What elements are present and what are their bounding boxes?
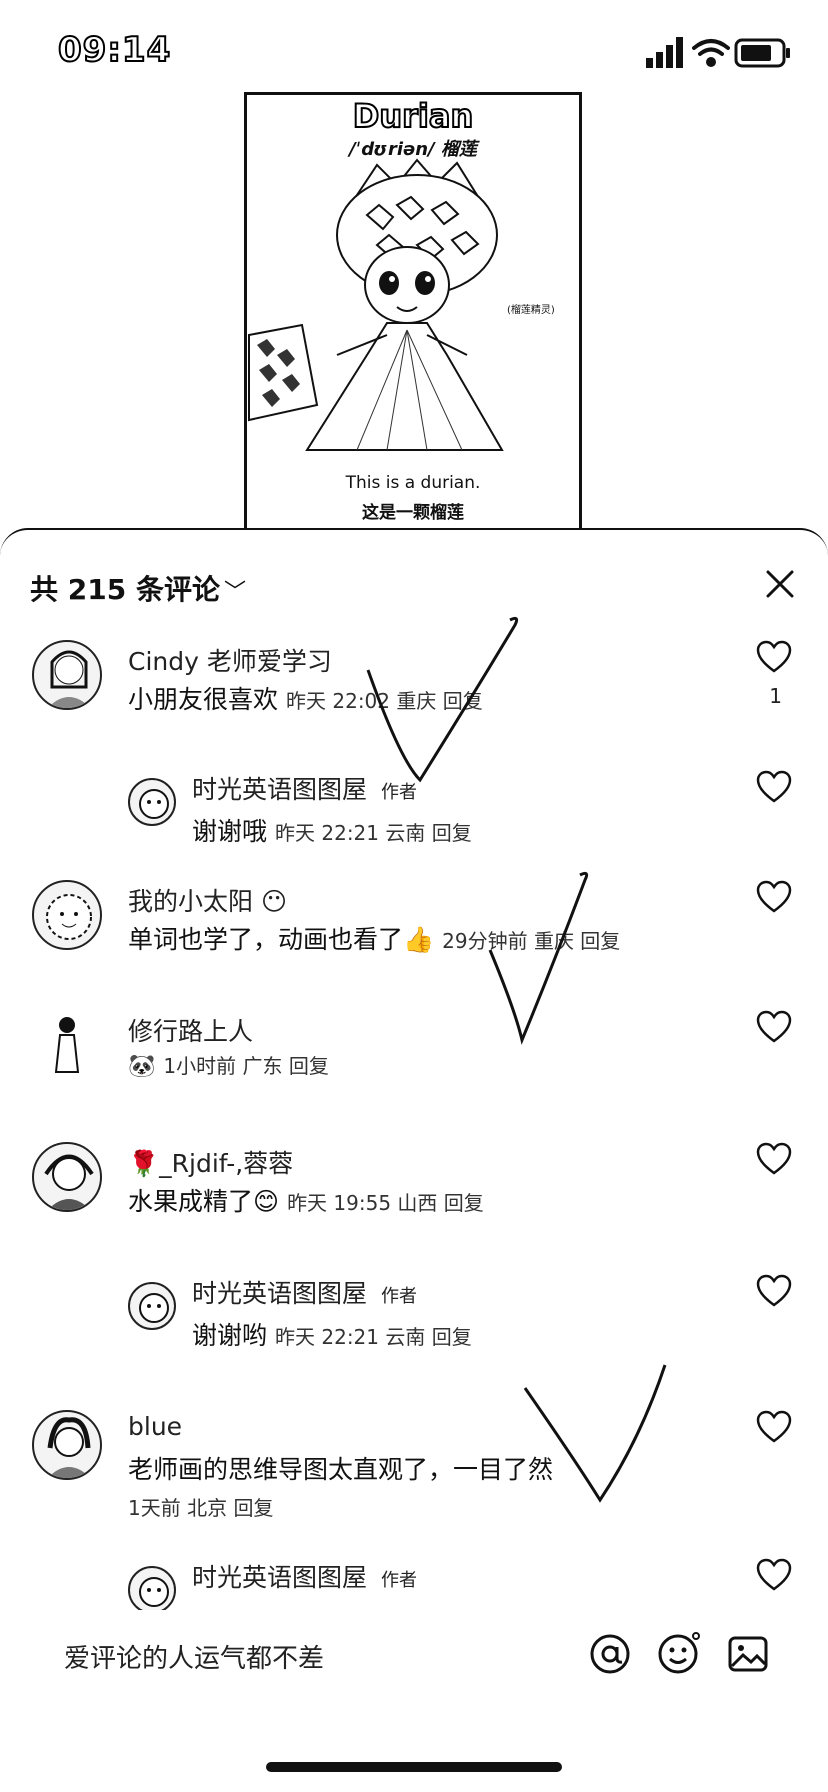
comment-meta: 29分钟前 重庆 回复 xyxy=(442,929,621,953)
status-bar: 09:14 xyxy=(0,0,828,100)
avatar[interactable] xyxy=(32,1142,102,1212)
author-tag: 作者 xyxy=(381,782,418,803)
comment-meta: 1小时前 广东 回复 xyxy=(163,1054,329,1078)
video-title: Durian xyxy=(352,96,474,136)
signal-icon xyxy=(646,37,683,68)
heart-icon[interactable] xyxy=(756,1410,792,1444)
avatar[interactable] xyxy=(32,640,102,710)
reply-text: 谢谢哟 昨天 22:21 云南 回复 xyxy=(192,1321,472,1350)
comment-count-header[interactable]: 共 215 条评论 ﹀ xyxy=(30,568,246,608)
heart-icon[interactable] xyxy=(756,880,792,914)
comment-meta: 昨天 22:21 云南 回复 xyxy=(275,1325,472,1349)
comment-username[interactable]: 🌹_Rjdif-,蓉蓉 xyxy=(128,1144,293,1180)
comment-meta: 昨天 22:21 云南 回复 xyxy=(275,821,472,845)
comment-username[interactable]: blue xyxy=(128,1412,182,1441)
status-time: 09:14 xyxy=(57,29,172,71)
comment-meta: 1天前 北京 回复 xyxy=(128,1496,274,1520)
comment-text: 老师画的思维导图太直观了，一目了然 xyxy=(128,1455,554,1484)
comment-meta: 昨天 19:55 山西 回复 xyxy=(287,1191,484,1215)
reply-item: 时光英语图图屋 作者 xyxy=(0,1558,828,1618)
wifi-icon xyxy=(692,39,730,67)
emoji-icon[interactable] xyxy=(656,1632,700,1676)
home-indicator[interactable] xyxy=(266,1762,562,1772)
comment-text: 🐼 1小时前 广东 回复 xyxy=(128,1054,329,1079)
video-preview[interactable]: Durian /ˈdʊriən/ 榴莲 (榴莲精灵) This is a dur… xyxy=(244,92,582,544)
avatar[interactable] xyxy=(128,1282,176,1330)
comment-input[interactable]: 爱评论的人运气都不差 xyxy=(64,1638,324,1675)
at-mention-icon[interactable] xyxy=(588,1632,632,1676)
comment-count-label: 共 215 条评论 xyxy=(30,573,220,606)
reply-username[interactable]: 时光英语图图屋 作者 xyxy=(192,1274,417,1310)
avatar[interactable] xyxy=(128,778,176,826)
durian-girl-illustration xyxy=(248,158,504,451)
avatar[interactable] xyxy=(32,880,102,950)
reply-text: 谢谢哦 昨天 22:21 云南 回复 xyxy=(192,817,472,846)
heart-icon[interactable] xyxy=(756,1558,792,1592)
video-caption-cn: 这是一颗榴莲 xyxy=(362,503,464,523)
comment-meta: 昨天 22:02 重庆 回复 xyxy=(286,689,483,713)
author-tag: 作者 xyxy=(381,1286,418,1307)
heart-icon[interactable] xyxy=(756,1142,792,1176)
image-icon[interactable] xyxy=(726,1632,770,1676)
close-icon[interactable] xyxy=(762,566,798,602)
comment-text: 小朋友很喜欢 昨天 22:02 重庆 回复 xyxy=(128,685,483,714)
comment-text: 单词也学了，动画也看了👍 29分钟前 重庆 回复 xyxy=(128,925,621,954)
avatar[interactable] xyxy=(32,1410,102,1480)
reply-username[interactable]: 时光英语图图屋 作者 xyxy=(192,770,417,806)
comment-username[interactable]: 修行路上人 xyxy=(128,1012,253,1048)
avatar[interactable] xyxy=(128,1566,176,1614)
heart-icon[interactable] xyxy=(756,1274,792,1308)
comment-text: 水果成精了😊 昨天 19:55 山西 回复 xyxy=(128,1187,484,1216)
status-icons xyxy=(646,37,790,68)
reply-username[interactable]: 时光英语图图屋 作者 xyxy=(192,1558,417,1594)
comment-username[interactable]: 我的小太阳 😶 xyxy=(128,882,287,918)
comments-sheet: 共 215 条评论 ﹀ Cindy 老师爱学习 小朋友很喜欢 昨天 22:02 重庆… xyxy=(0,528,828,1792)
author-tag: 作者 xyxy=(381,1570,418,1591)
avatar[interactable] xyxy=(32,1010,102,1080)
comment-username[interactable]: Cindy 老师爱学习 xyxy=(128,642,332,678)
like-count: 1 xyxy=(769,684,782,708)
chevron-down-icon: ﹀ xyxy=(223,580,246,605)
battery-icon xyxy=(734,38,790,68)
video-caption-en: This is a durian. xyxy=(345,473,481,493)
comment-input-bar[interactable]: 爱评论的人运气都不差 xyxy=(0,1610,828,1710)
heart-icon[interactable] xyxy=(756,640,792,674)
heart-icon[interactable] xyxy=(756,1010,792,1044)
heart-icon[interactable] xyxy=(756,770,792,804)
